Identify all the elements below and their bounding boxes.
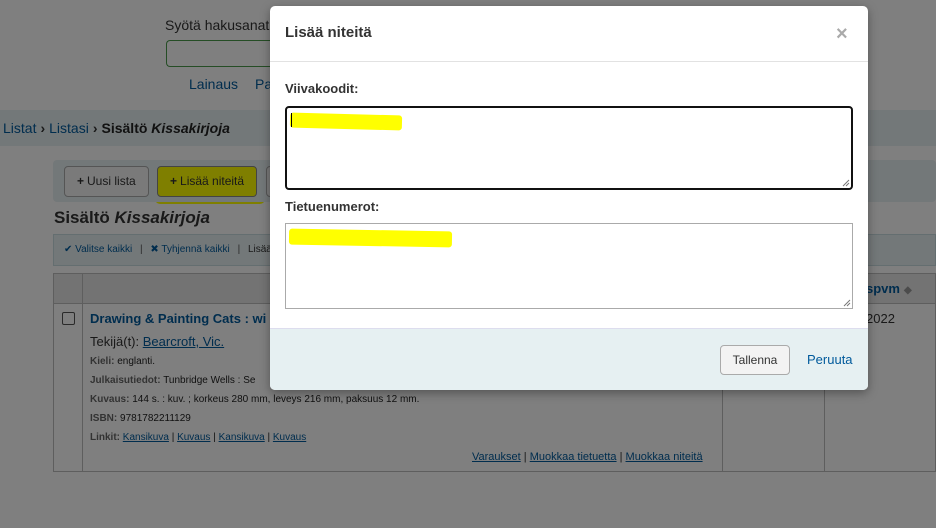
record-numbers-textarea[interactable]	[285, 223, 853, 309]
add-items-dialog: Lisää niteitä × Viivakoodit: Tietuenumer…	[270, 6, 868, 390]
modal-header: Lisää niteitä ×	[270, 6, 868, 62]
highlight-mark	[289, 112, 403, 131]
modal-title: Lisää niteitä	[285, 24, 372, 41]
cancel-link[interactable]: Peruuta	[807, 352, 853, 367]
record-numbers-label: Tietuenumerot:	[285, 199, 380, 214]
text-cursor	[291, 113, 292, 127]
save-button[interactable]: Tallenna	[720, 345, 790, 375]
highlight-mark	[288, 228, 453, 248]
resize-handle-icon[interactable]	[842, 179, 850, 187]
close-icon[interactable]: ×	[836, 23, 848, 45]
modal-footer: Tallenna Peruuta	[270, 328, 868, 390]
barcodes-label: Viivakoodit:	[285, 81, 359, 96]
resize-handle-icon[interactable]	[843, 299, 851, 307]
barcodes-textarea[interactable]	[285, 106, 853, 190]
